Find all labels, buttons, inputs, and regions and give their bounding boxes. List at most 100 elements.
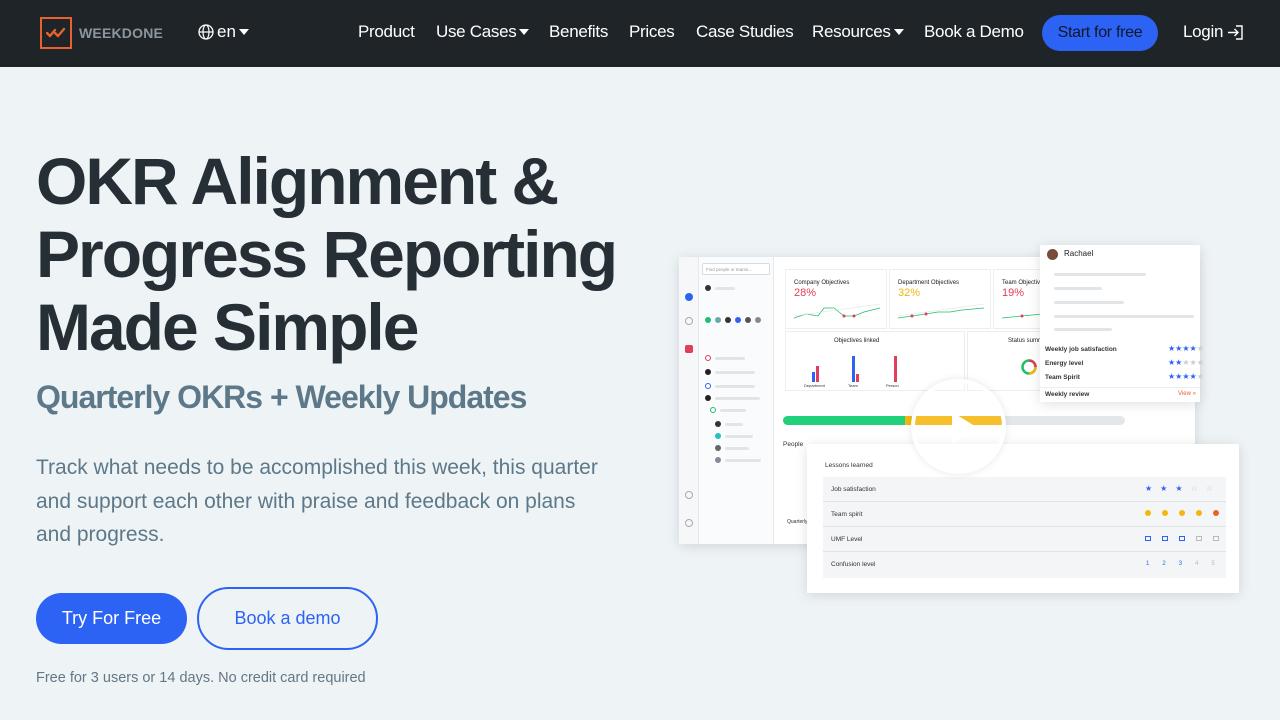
avatar (715, 317, 721, 323)
stat-value: 28% (794, 287, 817, 299)
team-avatars (705, 317, 761, 323)
people-label: People (783, 441, 804, 448)
scale-number: 4 (1195, 561, 1199, 567)
placeholder-line (715, 287, 735, 290)
bar-team-total (856, 374, 859, 382)
avatar (705, 369, 711, 375)
sign-in-icon (1228, 24, 1243, 40)
stat-card-company: Company Objectives 28% (785, 269, 887, 329)
chevron-down-icon (893, 29, 904, 35)
avatar (735, 317, 741, 323)
hero-description: Track what needs to be accomplished this… (36, 456, 598, 546)
stat-label: Department Objectives (898, 280, 960, 286)
placeholder-line (1054, 301, 1124, 304)
placeholder-line (715, 371, 755, 374)
nav-resources-label: Resources (812, 22, 891, 41)
status-donut (1021, 359, 1037, 375)
lessons-panel: Lessons learned Job satisfaction ★★★☆☆ T… (807, 444, 1239, 593)
rating-stars: ★★★★★ (1168, 344, 1204, 353)
placeholder-line (1054, 273, 1146, 276)
emoji-icon (1179, 510, 1185, 516)
feedback-icon (685, 345, 693, 353)
nav-prices[interactable]: Prices (629, 22, 675, 42)
nav-benefits[interactable]: Benefits (549, 22, 608, 42)
bar-label: Team (848, 383, 858, 388)
stat-value: 32% (898, 287, 921, 299)
avatar (705, 355, 711, 361)
avatar (705, 317, 711, 323)
lesson-stars: ★★★☆☆ (1145, 484, 1221, 493)
nav-resources[interactable]: Resources (812, 22, 904, 42)
lesson-label: Job satisfaction (831, 486, 876, 493)
avatar (745, 317, 751, 323)
quarterly-label: Quarterly (787, 519, 808, 525)
book-demo-button[interactable]: Book a demo (197, 587, 378, 650)
rating-label: Team Spirit (1045, 374, 1080, 381)
rating-label: Energy level (1045, 360, 1084, 367)
chevron-down-icon (519, 29, 530, 35)
battery-icon (1213, 536, 1219, 541)
lesson-row: Job satisfaction ★★★☆☆ (823, 477, 1226, 502)
view-link[interactable]: View » (1178, 391, 1196, 397)
scale-number: 1 (1146, 561, 1150, 567)
try-for-free-button[interactable]: Try For Free (36, 593, 187, 644)
bar-team-linked (852, 356, 855, 382)
top-navbar: WEEKDONE en Product Use Cases Benefits P… (0, 0, 1280, 67)
avatar (705, 395, 711, 401)
number-scale: 1 2 3 4 5 (1146, 561, 1215, 567)
help-icon (685, 519, 693, 527)
nav-case-studies[interactable]: Case Studies (696, 22, 794, 42)
battery-scale (1145, 536, 1219, 541)
bar-person-total (894, 356, 897, 382)
scale-number: 5 (1211, 561, 1215, 567)
nav-product[interactable]: Product (358, 22, 415, 42)
user-name: Rachael (1064, 249, 1094, 258)
stat-value: 19% (1002, 287, 1025, 299)
avatar (1047, 249, 1058, 260)
people-search-input[interactable]: Find people or teams... (702, 263, 770, 275)
stat-card-department: Department Objectives 32% (889, 269, 991, 329)
avatar (725, 317, 731, 323)
objectives-icon (685, 293, 693, 301)
rating-stars: ★★★★★ (1168, 372, 1204, 381)
placeholder-line (725, 447, 749, 450)
bar-label: Department (804, 383, 825, 388)
sparkline (898, 303, 984, 319)
rating-label: Weekly job satisfaction (1045, 346, 1117, 353)
lesson-row: UMF Level (823, 527, 1226, 552)
reviews-icon (685, 317, 693, 325)
start-for-free-button[interactable]: Start for free (1042, 15, 1158, 51)
scale-number: 2 (1162, 561, 1166, 567)
emoji-icon (1145, 510, 1151, 516)
bar-department-total (816, 366, 819, 382)
placeholder-line (725, 423, 743, 426)
lesson-label: UMF Level (831, 536, 863, 543)
login-link[interactable]: Login (1183, 22, 1244, 42)
bar-department-linked (812, 372, 815, 382)
nav-book-demo[interactable]: Book a Demo (924, 22, 1024, 42)
placeholder-line (1054, 287, 1102, 290)
stat-label: Company Objectives (794, 280, 850, 286)
avatar (715, 421, 721, 427)
people-sidebar: Find people or teams... (699, 257, 774, 544)
avatar (715, 445, 721, 451)
placeholder-line (715, 357, 745, 360)
avatar (710, 407, 716, 413)
nav-use-cases[interactable]: Use Cases (436, 22, 530, 42)
battery-icon (1179, 536, 1185, 541)
lesson-label: Confusion level (831, 561, 876, 568)
hero-subtitle: Quarterly OKRs + Weekly Updates (36, 379, 527, 415)
placeholder-line (725, 459, 761, 462)
placeholder-line (1054, 328, 1112, 331)
user-review-panel: Rachael Weekly job satisfaction ★★★★★ En… (1040, 245, 1204, 402)
emoji-icon (1196, 510, 1202, 516)
avatar (705, 383, 711, 389)
play-video-icon[interactable] (911, 379, 1006, 474)
support-icon (685, 491, 693, 499)
app-icon-column (679, 257, 699, 544)
weekly-review-label: Weekly review (1045, 391, 1090, 398)
lesson-row: Confusion level 1 2 3 4 5 (823, 552, 1226, 578)
placeholder-line (720, 409, 746, 412)
placeholder-line (715, 385, 755, 388)
battery-icon (1162, 536, 1168, 541)
